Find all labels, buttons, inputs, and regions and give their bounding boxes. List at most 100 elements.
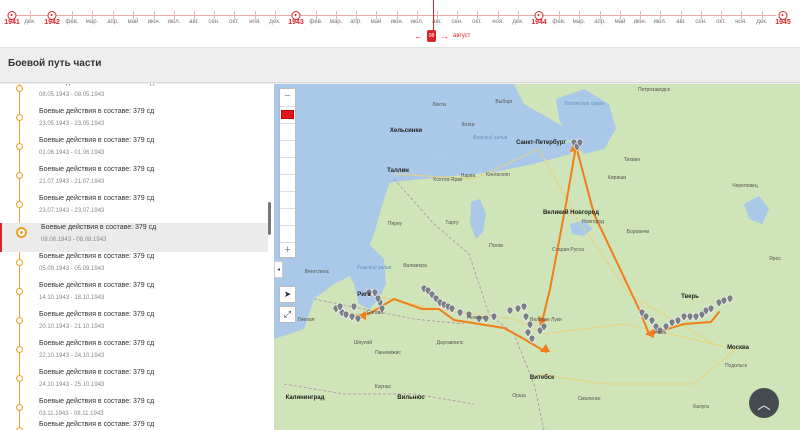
map-marker-icon[interactable] <box>520 302 528 312</box>
timeline-month[interactable]: дек. <box>24 19 35 25</box>
map-marker-icon[interactable] <box>692 312 700 322</box>
list-item[interactable]: Боевые действия в составе: 379 сд 20.10.1… <box>0 310 268 339</box>
map-marker-icon[interactable] <box>686 312 694 322</box>
map-marker-icon[interactable] <box>342 310 350 320</box>
list-item[interactable]: Боевые действия в составе: 379 сд 01.06.1… <box>0 136 268 165</box>
timeline-year[interactable]: 1945 <box>775 19 791 26</box>
timeline-tick <box>721 11 722 19</box>
list-item[interactable]: Боевые действия в составе: 379 сд 23.07.1… <box>0 194 268 223</box>
timeline-month[interactable]: мар. <box>330 19 342 25</box>
timeline-tick <box>397 11 398 19</box>
list-item-title: Боевые действия в составе: 379 сд <box>39 253 155 260</box>
timeline-month[interactable]: авг. <box>189 19 199 25</box>
map-label: Москва <box>727 345 749 351</box>
list-item-date: 24.10.1943 - 25.10.1943 <box>39 382 105 388</box>
list-item[interactable]: Боевые действия в составе: 379 сд <box>0 420 268 430</box>
locate-button[interactable]: ➤ <box>279 286 296 303</box>
list-item[interactable]: Боевые действия в составе: 379 сд 21.07.1… <box>0 165 268 194</box>
zoom-track-step[interactable] <box>280 140 295 157</box>
map-marker-icon[interactable] <box>514 304 522 314</box>
scroll-up-button[interactable]: ︿ <box>749 388 779 418</box>
timeline-year[interactable]: 1942 <box>44 19 60 26</box>
timeline-tick <box>174 11 175 19</box>
zoom-out-button[interactable]: − <box>280 89 295 106</box>
prev-arrow-icon[interactable]: ← <box>414 31 423 41</box>
zoom-track-step[interactable] <box>280 208 295 225</box>
list-item[interactable]: Боевые действия в составе: 379 сд 23.05.1… <box>0 107 268 136</box>
timeline-month[interactable]: фев. <box>309 19 322 25</box>
timeline-month[interactable]: апр. <box>107 19 119 25</box>
timeline-month[interactable]: окт. <box>229 19 239 25</box>
timeline-marker-icon <box>16 346 23 353</box>
timeline-month[interactable]: май <box>128 19 139 25</box>
zoom-track-step[interactable] <box>280 157 295 174</box>
map-marker-icon[interactable] <box>720 296 728 306</box>
timeline-marker-icon <box>16 404 23 411</box>
list-scrollbar[interactable] <box>268 202 271 235</box>
map-marker-icon[interactable] <box>668 318 676 328</box>
timeline-month[interactable]: июн. <box>391 19 404 25</box>
zoom-track-step[interactable] <box>280 123 295 140</box>
timeline-year[interactable]: 1943 <box>288 19 304 26</box>
timeline-month[interactable]: май <box>615 19 626 25</box>
fullscreen-button[interactable]: ⤢ <box>279 306 296 323</box>
timeline-month[interactable]: фев. <box>552 19 565 25</box>
timeline-month[interactable]: сен. <box>451 19 462 25</box>
map-marker-icon[interactable] <box>680 312 688 322</box>
map-marker-icon[interactable] <box>348 312 356 322</box>
zoom-track-step[interactable] <box>280 174 295 191</box>
map-marker-icon[interactable] <box>490 312 498 322</box>
next-arrow-icon[interactable]: → <box>440 31 449 41</box>
timeline-month[interactable]: сен. <box>208 19 219 25</box>
map-marker-icon[interactable] <box>354 314 362 324</box>
list-item[interactable]: Боевые действия в составе: 379 сд 14.10.1… <box>0 281 268 310</box>
list-item[interactable]: Боевые действия в составе: 379 сд 22.10.1… <box>0 339 268 368</box>
zoom-track-level[interactable] <box>280 106 295 123</box>
zoom-in-button[interactable]: + <box>280 242 295 259</box>
timeline-tick <box>741 11 742 19</box>
timeline-month[interactable]: фев. <box>65 19 78 25</box>
zoom-level-indicator[interactable] <box>281 110 294 119</box>
timeline-month[interactable]: дек. <box>512 19 523 25</box>
timeline-month[interactable]: сен. <box>695 19 706 25</box>
list-item-title: Боевые действия в составе: 379 сд <box>39 84 154 86</box>
zoom-track-step[interactable] <box>280 225 295 242</box>
map-marker-icon[interactable] <box>506 306 514 316</box>
map-marker-icon[interactable] <box>707 304 715 314</box>
timeline-month[interactable]: июн. <box>634 19 647 25</box>
timeline-month[interactable]: июл. <box>654 19 667 25</box>
timeline-month[interactable]: июл. <box>168 19 181 25</box>
timeline-month[interactable]: май <box>371 19 382 25</box>
timeline-month[interactable]: дек. <box>269 19 280 25</box>
timeline-month[interactable]: апр. <box>594 19 606 25</box>
timeline-month[interactable]: июн. <box>148 19 161 25</box>
timeline-month[interactable]: ноя. <box>735 19 747 25</box>
timeline-month[interactable]: окт. <box>716 19 726 25</box>
timeline-month[interactable]: дек. <box>756 19 767 25</box>
timeline-month[interactable]: авг. <box>676 19 686 25</box>
map-marker-icon[interactable] <box>522 312 530 322</box>
timeline-month[interactable]: ноя. <box>492 19 504 25</box>
timeline-cursor[interactable] <box>433 0 434 30</box>
timeline-month[interactable]: ноя. <box>249 19 261 25</box>
zoom-track-step[interactable] <box>280 191 295 208</box>
timeline-year[interactable]: 1941 <box>4 19 20 26</box>
timeline-month[interactable]: апр. <box>350 19 362 25</box>
collapse-panel-button[interactable]: ◂ <box>274 261 283 278</box>
map-marker-icon[interactable] <box>456 308 464 318</box>
timeline-year[interactable]: 1944 <box>531 19 547 26</box>
list-item[interactable]: Боевые действия в составе: 379 сд 05.09.1… <box>0 252 268 281</box>
map[interactable]: Санкт-Петербург Хельсинки Таллин Рига Москва… <box>274 84 800 430</box>
list-item[interactable]: Боевые действия в составе: 379 сд 08.05.1… <box>0 84 268 107</box>
list-item[interactable]: Боевые действия в составе: 379 сд 08.08.1… <box>0 223 268 252</box>
timeline-tick <box>154 11 155 19</box>
map-marker-icon[interactable] <box>350 302 358 312</box>
timeline-month[interactable]: мар. <box>86 19 98 25</box>
locate-icon: ➤ <box>283 289 292 299</box>
timeline-month[interactable]: окт. <box>472 19 482 25</box>
timeline-month[interactable]: июл. <box>411 19 424 25</box>
map-label: Орша <box>512 393 526 399</box>
timeline-month[interactable]: мар. <box>573 19 585 25</box>
list-item[interactable]: Боевые действия в составе: 379 сд 24.10.1… <box>0 368 268 397</box>
map-marker-icon[interactable] <box>726 294 734 304</box>
